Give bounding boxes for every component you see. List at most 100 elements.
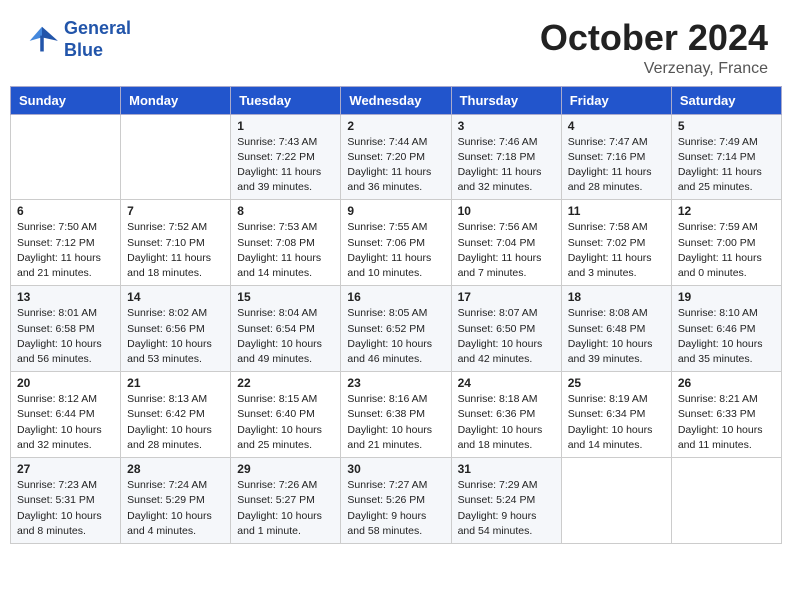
day-number: 8 xyxy=(237,204,334,218)
calendar-table: Sunday Monday Tuesday Wednesday Thursday… xyxy=(10,86,782,544)
location-subtitle: Verzenay, France xyxy=(540,60,768,78)
day-info: Sunrise: 8:21 AMSunset: 6:33 PMDaylight:… xyxy=(678,392,775,453)
calendar-container: Sunday Monday Tuesday Wednesday Thursday… xyxy=(0,86,792,558)
day-info: Sunrise: 7:29 AMSunset: 5:24 PMDaylight:… xyxy=(458,478,555,539)
page-header: General Blue October 2024 Verzenay, Fran… xyxy=(0,0,792,86)
day-number: 3 xyxy=(458,119,555,133)
calendar-cell: 13Sunrise: 8:01 AMSunset: 6:58 PMDayligh… xyxy=(11,286,121,372)
month-year-title: October 2024 xyxy=(540,18,768,58)
header-tuesday: Tuesday xyxy=(231,86,341,114)
day-number: 5 xyxy=(678,119,775,133)
calendar-cell: 19Sunrise: 8:10 AMSunset: 6:46 PMDayligh… xyxy=(671,286,781,372)
day-number: 12 xyxy=(678,204,775,218)
logo-text: General Blue xyxy=(64,18,131,61)
day-info: Sunrise: 7:27 AMSunset: 5:26 PMDaylight:… xyxy=(347,478,444,539)
day-info: Sunrise: 7:59 AMSunset: 7:00 PMDaylight:… xyxy=(678,220,775,281)
day-info: Sunrise: 7:50 AMSunset: 7:12 PMDaylight:… xyxy=(17,220,114,281)
calendar-cell: 9Sunrise: 7:55 AMSunset: 7:06 PMDaylight… xyxy=(341,200,451,286)
calendar-cell: 8 Sunrise: 7:53 AMSunset: 7:08 PMDaylight… xyxy=(231,200,341,286)
day-info: Sunrise: 7:53 AMSunset: 7:08 PMDaylight:… xyxy=(237,220,334,281)
day-info: Sunrise: 7:44 AMSunset: 7:20 PMDaylight:… xyxy=(347,135,444,196)
day-info: Sunrise: 8:02 AMSunset: 6:56 PMDaylight:… xyxy=(127,306,224,367)
day-number: 14 xyxy=(127,290,224,304)
day-info: Sunrise: 8:13 AMSunset: 6:42 PMDaylight:… xyxy=(127,392,224,453)
calendar-cell: 28 Sunrise: 7:24 AMSunset: 5:29 PMDayligh… xyxy=(121,458,231,544)
header-wednesday: Wednesday xyxy=(341,86,451,114)
calendar-cell: 22 Sunrise: 8:15 AMSunset: 6:40 PMDayligh… xyxy=(231,372,341,458)
calendar-cell: 4 Sunrise: 7:47 AMSunset: 7:16 PMDaylight… xyxy=(561,114,671,200)
calendar-header-row: Sunday Monday Tuesday Wednesday Thursday… xyxy=(11,86,782,114)
day-number: 6 xyxy=(17,204,114,218)
day-info: Sunrise: 7:49 AMSunset: 7:14 PMDaylight:… xyxy=(678,135,775,196)
day-number: 15 xyxy=(237,290,334,304)
day-number: 19 xyxy=(678,290,775,304)
day-number: 11 xyxy=(568,204,665,218)
calendar-cell: 6 Sunrise: 7:50 AMSunset: 7:12 PMDaylight… xyxy=(11,200,121,286)
calendar-cell xyxy=(671,458,781,544)
day-info: Sunrise: 7:24 AMSunset: 5:29 PMDaylight:… xyxy=(127,478,224,539)
day-number: 22 xyxy=(237,376,334,390)
day-number: 26 xyxy=(678,376,775,390)
calendar-week-row: 27Sunrise: 7:23 AMSunset: 5:31 PMDayligh… xyxy=(11,458,782,544)
day-info: Sunrise: 7:55 AMSunset: 7:06 PMDaylight:… xyxy=(347,220,444,281)
day-number: 2 xyxy=(347,119,444,133)
day-number: 27 xyxy=(17,462,114,476)
day-number: 7 xyxy=(127,204,224,218)
day-info: Sunrise: 8:08 AMSunset: 6:48 PMDaylight:… xyxy=(568,306,665,367)
day-info: Sunrise: 8:16 AMSunset: 6:38 PMDaylight:… xyxy=(347,392,444,453)
day-info: Sunrise: 7:26 AMSunset: 5:27 PMDaylight:… xyxy=(237,478,334,539)
calendar-cell: 25 Sunrise: 8:19 AMSunset: 6:34 PMDayligh… xyxy=(561,372,671,458)
calendar-week-row: 6 Sunrise: 7:50 AMSunset: 7:12 PMDaylight… xyxy=(11,200,782,286)
day-number: 4 xyxy=(568,119,665,133)
day-number: 29 xyxy=(237,462,334,476)
calendar-cell: 30 Sunrise: 7:27 AMSunset: 5:26 PMDayligh… xyxy=(341,458,451,544)
calendar-cell: 15 Sunrise: 8:04 AMSunset: 6:54 PMDayligh… xyxy=(231,286,341,372)
day-info: Sunrise: 8:15 AMSunset: 6:40 PMDaylight:… xyxy=(237,392,334,453)
day-info: Sunrise: 7:47 AMSunset: 7:16 PMDaylight:… xyxy=(568,135,665,196)
calendar-cell: 11 Sunrise: 7:58 AMSunset: 7:02 PMDayligh… xyxy=(561,200,671,286)
day-number: 31 xyxy=(458,462,555,476)
day-info: Sunrise: 7:56 AMSunset: 7:04 PMDaylight:… xyxy=(458,220,555,281)
day-info: Sunrise: 7:43 AMSunset: 7:22 PMDaylight:… xyxy=(237,135,334,196)
day-number: 24 xyxy=(458,376,555,390)
calendar-cell: 5 Sunrise: 7:49 AMSunset: 7:14 PMDaylight… xyxy=(671,114,781,200)
title-block: October 2024 Verzenay, France xyxy=(540,18,768,78)
calendar-cell: 14 Sunrise: 8:02 AMSunset: 6:56 PMDayligh… xyxy=(121,286,231,372)
calendar-cell: 17Sunrise: 8:07 AMSunset: 6:50 PMDayligh… xyxy=(451,286,561,372)
calendar-cell xyxy=(561,458,671,544)
day-number: 10 xyxy=(458,204,555,218)
day-info: Sunrise: 8:18 AMSunset: 6:36 PMDaylight:… xyxy=(458,392,555,453)
day-number: 1 xyxy=(237,119,334,133)
day-info: Sunrise: 7:58 AMSunset: 7:02 PMDaylight:… xyxy=(568,220,665,281)
day-info: Sunrise: 8:04 AMSunset: 6:54 PMDaylight:… xyxy=(237,306,334,367)
calendar-cell: 31 Sunrise: 7:29 AMSunset: 5:24 PMDayligh… xyxy=(451,458,561,544)
day-number: 20 xyxy=(17,376,114,390)
day-info: Sunrise: 7:52 AMSunset: 7:10 PMDaylight:… xyxy=(127,220,224,281)
header-monday: Monday xyxy=(121,86,231,114)
header-friday: Friday xyxy=(561,86,671,114)
day-info: Sunrise: 7:46 AMSunset: 7:18 PMDaylight:… xyxy=(458,135,555,196)
header-thursday: Thursday xyxy=(451,86,561,114)
day-number: 13 xyxy=(17,290,114,304)
calendar-week-row: 13Sunrise: 8:01 AMSunset: 6:58 PMDayligh… xyxy=(11,286,782,372)
calendar-cell: 18 Sunrise: 8:08 AMSunset: 6:48 PMDayligh… xyxy=(561,286,671,372)
calendar-cell: 21Sunrise: 8:13 AMSunset: 6:42 PMDayligh… xyxy=(121,372,231,458)
calendar-cell: 24 Sunrise: 8:18 AMSunset: 6:36 PMDayligh… xyxy=(451,372,561,458)
calendar-cell: 27Sunrise: 7:23 AMSunset: 5:31 PMDayligh… xyxy=(11,458,121,544)
day-number: 25 xyxy=(568,376,665,390)
day-info: Sunrise: 8:12 AMSunset: 6:44 PMDaylight:… xyxy=(17,392,114,453)
header-saturday: Saturday xyxy=(671,86,781,114)
calendar-cell: 16Sunrise: 8:05 AMSunset: 6:52 PMDayligh… xyxy=(341,286,451,372)
calendar-cell: 23Sunrise: 8:16 AMSunset: 6:38 PMDayligh… xyxy=(341,372,451,458)
header-sunday: Sunday xyxy=(11,86,121,114)
calendar-cell xyxy=(121,114,231,200)
day-number: 28 xyxy=(127,462,224,476)
day-number: 30 xyxy=(347,462,444,476)
calendar-cell: 20 Sunrise: 8:12 AMSunset: 6:44 PMDayligh… xyxy=(11,372,121,458)
calendar-cell: 1 Sunrise: 7:43 AMSunset: 7:22 PMDaylight… xyxy=(231,114,341,200)
day-number: 17 xyxy=(458,290,555,304)
day-info: Sunrise: 8:19 AMSunset: 6:34 PMDaylight:… xyxy=(568,392,665,453)
logo-icon xyxy=(24,25,60,55)
calendar-cell xyxy=(11,114,121,200)
day-number: 18 xyxy=(568,290,665,304)
